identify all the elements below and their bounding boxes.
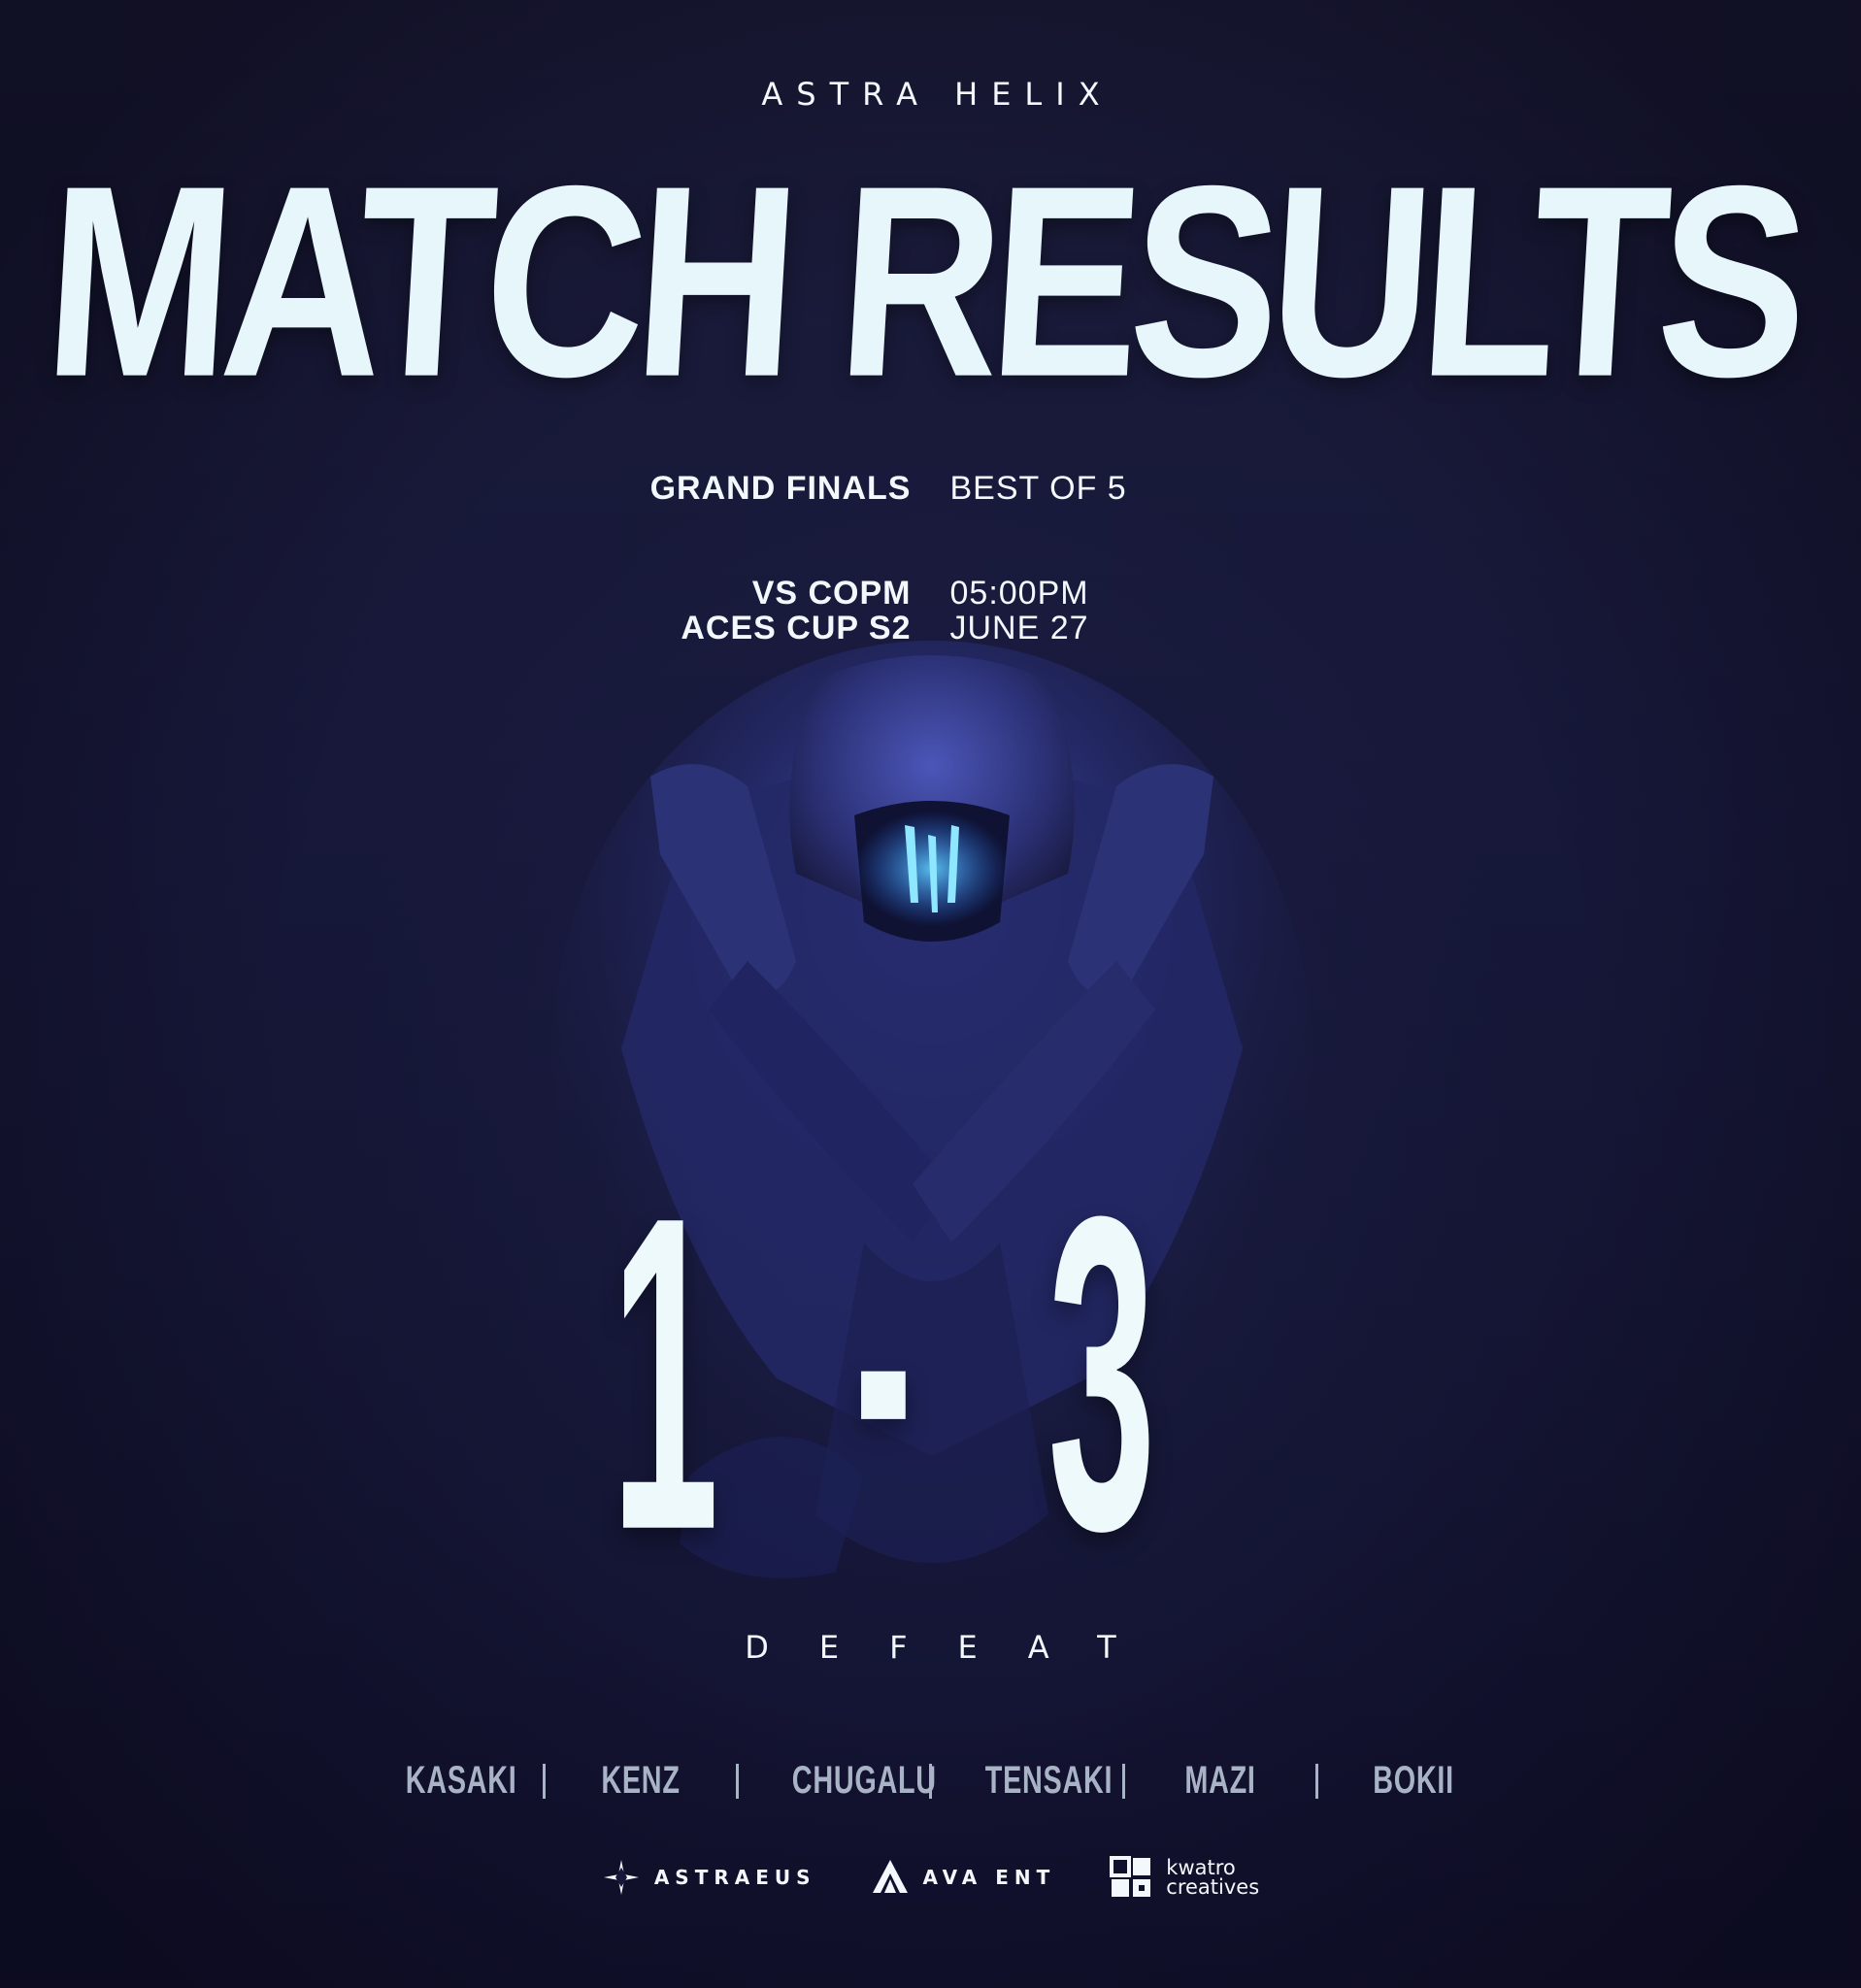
sponsor-astraeus-name: ASTRAEUS	[653, 1866, 816, 1889]
sponsor-kwatro: kwatro creatives	[1110, 1856, 1259, 1899]
match-time: 05:00PM	[949, 575, 1089, 612]
roster-player: MAZI	[1184, 1759, 1256, 1802]
event-name: ACES CUP S2	[681, 610, 912, 646]
roster-divider	[736, 1763, 739, 1799]
sponsor-kwatro-line1: kwatro	[1166, 1856, 1236, 1879]
roster-player: KENZ	[601, 1759, 681, 1802]
team-score: 1	[611, 1123, 719, 1623]
roster-player: TENSAKI	[984, 1759, 1113, 1802]
roster-player: BOKII	[1373, 1759, 1454, 1802]
sponsor-kwatro-name: kwatro creatives	[1166, 1856, 1260, 1899]
scoreline: 1 - 3	[0, 1136, 1861, 1596]
roster-divider	[1315, 1763, 1318, 1799]
sponsor-ava: AVA ENT	[871, 1858, 1056, 1897]
sponsor-astraeus: ASTRAEUS	[602, 1858, 816, 1897]
opponent-name: VS COPM	[751, 575, 912, 612]
event-row: ACES CUP S2 JUNE 27	[0, 610, 1861, 647]
opponent-row: VS COPM 05:00PM	[0, 575, 1861, 613]
roster-divider	[543, 1763, 546, 1799]
sponsor-kwatro-line2: creatives	[1166, 1875, 1260, 1899]
page-title: MATCH RESULTS	[38, 128, 1808, 434]
org-name: ASTRA HELIX	[761, 76, 1113, 113]
ava-chevron-icon	[872, 1860, 908, 1893]
match-results-poster: ASTRA HELIX MATCH RESULTS GRAND FINALS B…	[0, 0, 1861, 1988]
score-separator: -	[854, 1136, 913, 1586]
opponent-score: 3	[1047, 1123, 1156, 1623]
roster-player: CHUGALU	[791, 1759, 937, 1802]
sponsor-ava-name: AVA ENT	[922, 1866, 1056, 1889]
roster: KASAKI KENZ CHUGALU TENSAKI MAZI BOKII	[0, 1759, 1861, 1803]
sponsor-bar: ASTRAEUS AVA ENT kwatro creatives	[0, 1856, 1861, 1899]
match-date: JUNE 27	[949, 610, 1089, 646]
stage-format: BEST OF 5	[949, 470, 1127, 507]
roster-player: KASAKI	[405, 1759, 517, 1802]
roster-divider	[1122, 1763, 1125, 1799]
kwatro-blocks-icon	[1110, 1856, 1151, 1897]
result-label: DEFEAT	[745, 1629, 1167, 1666]
star-compass-icon	[603, 1860, 639, 1895]
stage-name: GRAND FINALS	[649, 470, 912, 507]
stage-row: GRAND FINALS BEST OF 5	[0, 470, 1861, 508]
